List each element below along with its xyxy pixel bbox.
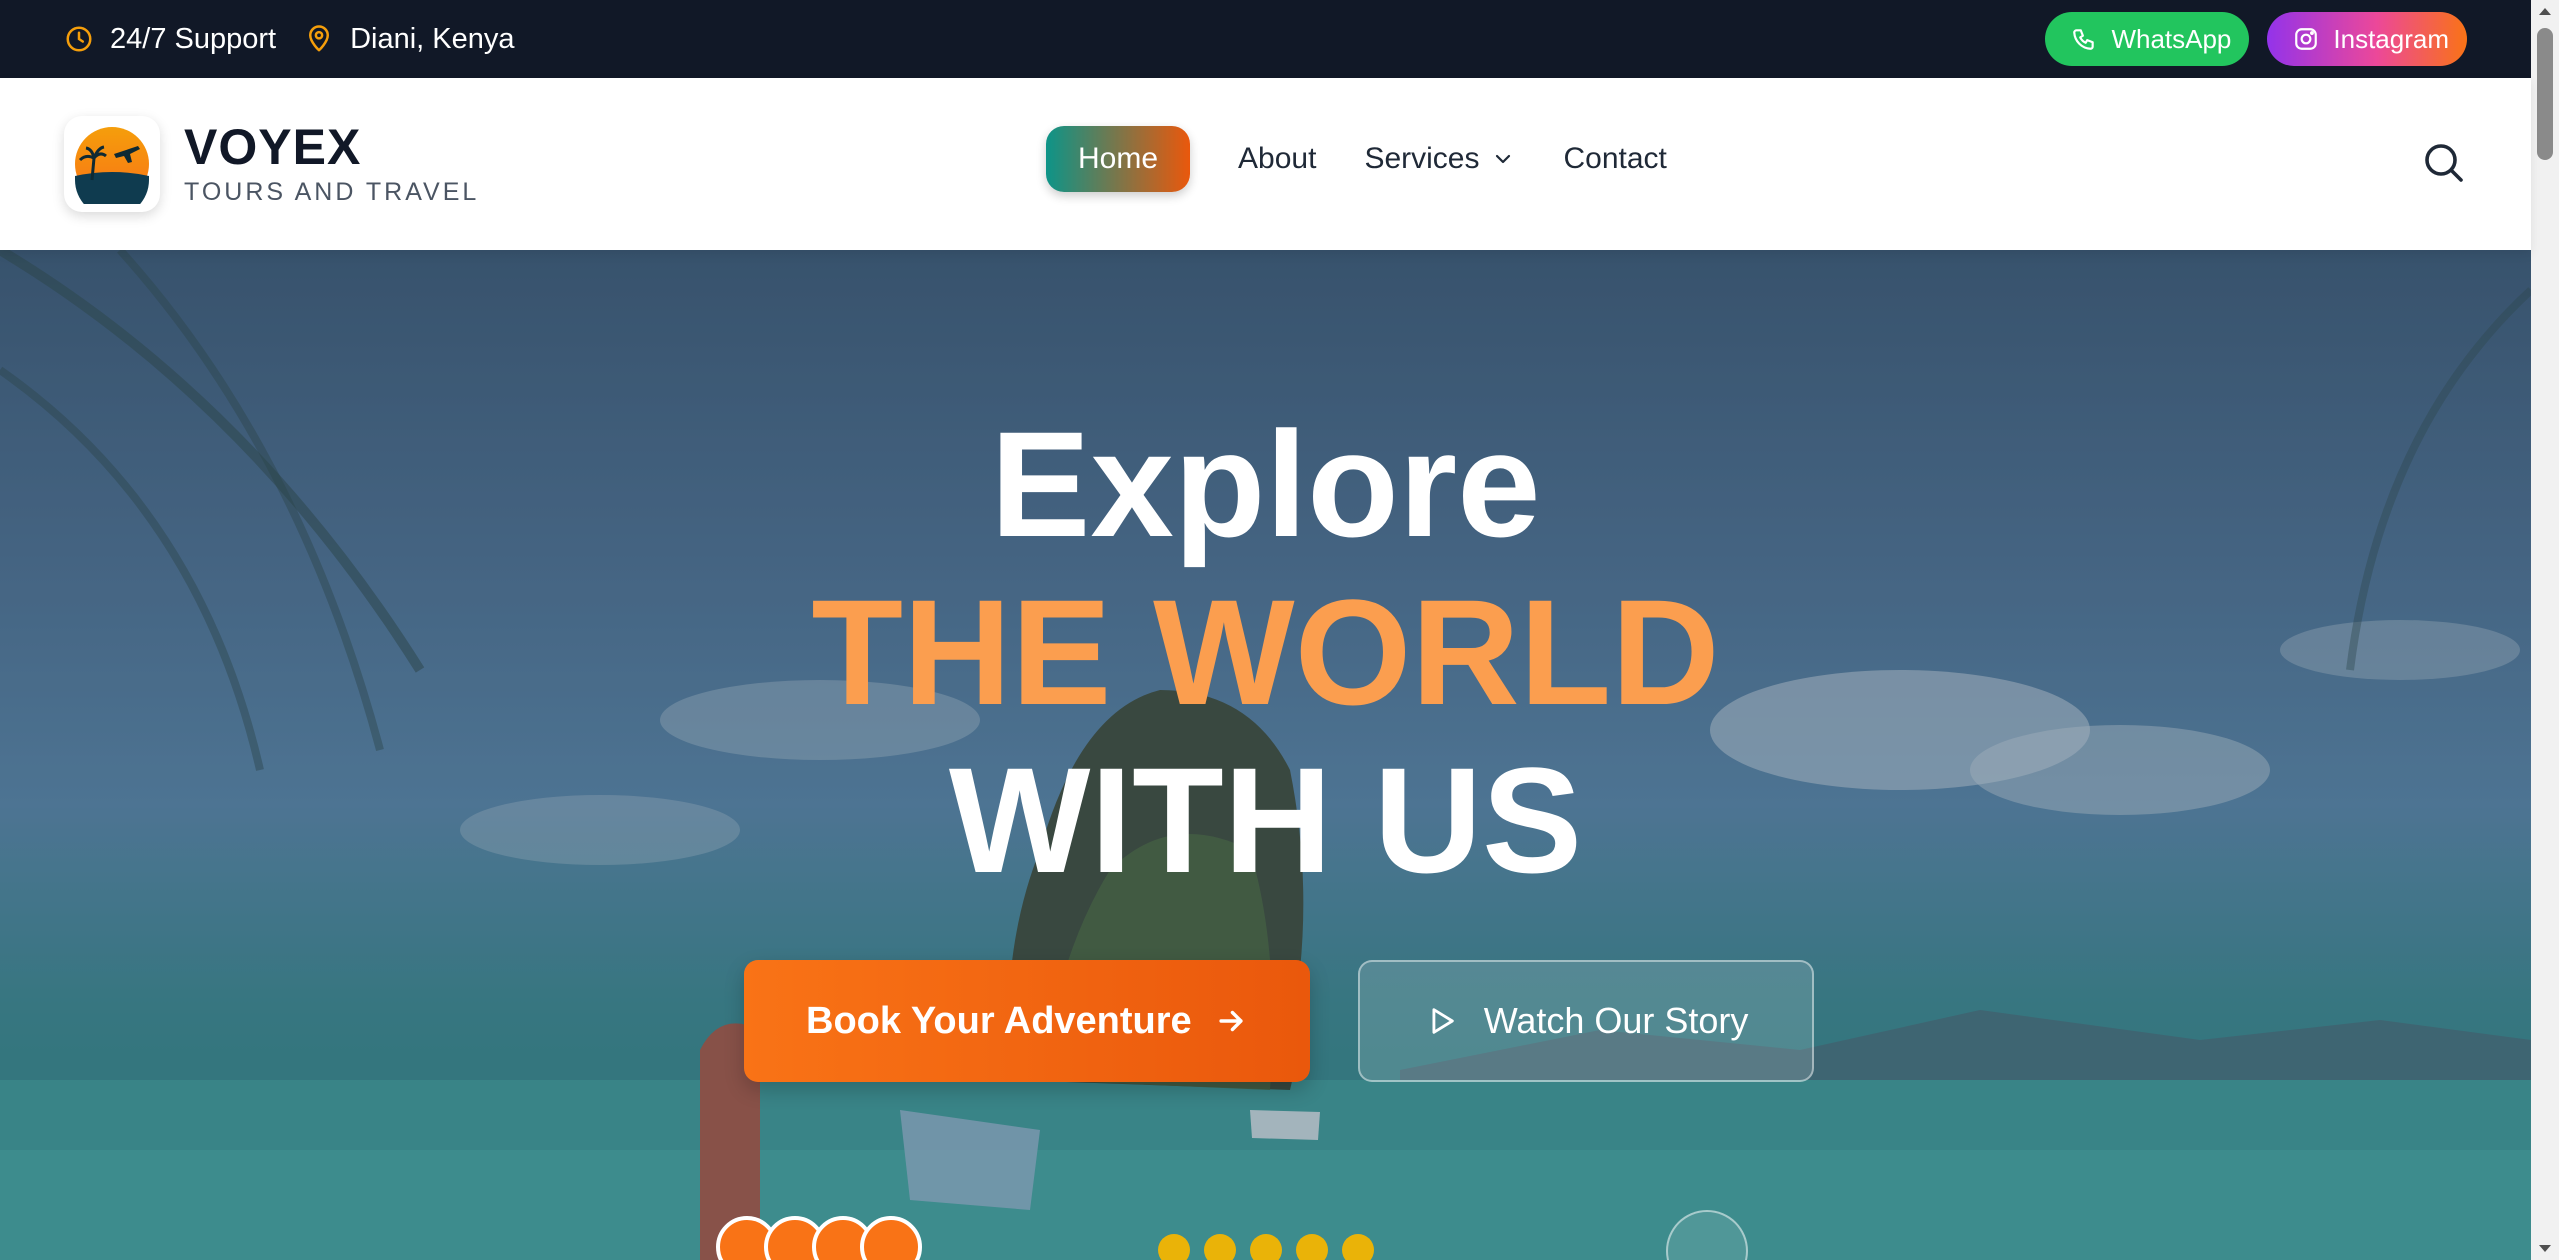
nav-contact[interactable]: Contact xyxy=(1563,126,1666,192)
customer-avatars xyxy=(716,1216,922,1260)
instagram-label: Instagram xyxy=(2333,23,2449,54)
support-info: 24/7 Support xyxy=(64,23,276,56)
map-pin-icon xyxy=(309,25,330,52)
whatsapp-button[interactable]: WhatsApp xyxy=(2045,12,2250,66)
nav-home-label: Home xyxy=(1078,142,1159,175)
brand-name: VOYEX xyxy=(184,119,362,176)
headline-line-2: THE WORLD xyxy=(811,568,1720,736)
brand[interactable]: VOYEX TOURS AND TRAVEL xyxy=(64,116,479,212)
rating-dot xyxy=(1342,1234,1374,1260)
book-adventure-button[interactable]: Book Your Adventure xyxy=(744,960,1310,1082)
arrow-right-icon xyxy=(1219,1010,1243,1032)
rating-dot xyxy=(1296,1234,1328,1260)
nav-services[interactable]: Services xyxy=(1364,126,1515,192)
scroll-down-arrow-icon[interactable] xyxy=(2531,1238,2559,1260)
hero-headline: Explore THE WORLD WITH US xyxy=(0,400,2531,904)
instagram-icon xyxy=(2295,28,2318,50)
phone-icon xyxy=(2073,29,2095,50)
nav-contact-label: Contact xyxy=(1563,142,1667,175)
social-links: WhatsApp Instagram xyxy=(2045,12,2467,66)
scrollbar-thumb[interactable] xyxy=(2537,28,2553,160)
top-bar-info: 24/7 Support Diani, Kenya xyxy=(64,23,515,56)
hero-section: Explore THE WORLD WITH US Book Your Adve… xyxy=(0,250,2531,1260)
logo xyxy=(64,116,160,212)
clock-icon xyxy=(66,26,92,52)
book-adventure-label: Book Your Adventure xyxy=(806,999,1192,1042)
rating-dot xyxy=(1158,1234,1190,1260)
brand-tagline: TOURS AND TRAVEL xyxy=(184,177,480,206)
headline-line-1: Explore xyxy=(990,400,1541,568)
watch-story-label: Watch Our Story xyxy=(1483,1000,1749,1041)
nav-about-label: About xyxy=(1238,142,1317,175)
headline-line-3: WITH US xyxy=(948,736,1583,904)
watch-story-button[interactable]: Watch Our Story xyxy=(1357,960,1815,1082)
top-bar: 24/7 Support Diani, Kenya WhatsApp Insta… xyxy=(0,0,2531,78)
search-icon[interactable] xyxy=(2419,138,2467,186)
support-text: 24/7 Support xyxy=(110,22,277,55)
play-icon xyxy=(1432,1008,1454,1034)
location-text: Diani, Kenya xyxy=(350,22,515,55)
scroll-up-arrow-icon[interactable] xyxy=(2531,0,2559,22)
whatsapp-label: WhatsApp xyxy=(2111,23,2232,54)
instagram-button[interactable]: Instagram xyxy=(2267,12,2467,66)
nav-services-label: Services xyxy=(1364,142,1480,175)
location-info: Diani, Kenya xyxy=(304,22,515,56)
site-header: VOYEX TOURS AND TRAVEL Home About Servic… xyxy=(0,78,2531,250)
brand-text: VOYEX TOURS AND TRAVEL xyxy=(184,121,479,207)
hero-cta-row: Book Your Adventure Watch Our Story xyxy=(744,960,1815,1082)
rating-dot xyxy=(1204,1234,1236,1260)
main-nav: Home About Services Contact xyxy=(1046,126,1667,192)
logo-icon xyxy=(75,127,149,204)
chevron-down-icon xyxy=(1496,154,1511,164)
nav-home[interactable]: Home xyxy=(1046,126,1191,192)
rating-dot xyxy=(1250,1234,1282,1260)
page-scrollbar[interactable] xyxy=(2531,0,2559,1260)
rating-dots xyxy=(1158,1234,1374,1260)
nav-about[interactable]: About xyxy=(1238,126,1316,192)
